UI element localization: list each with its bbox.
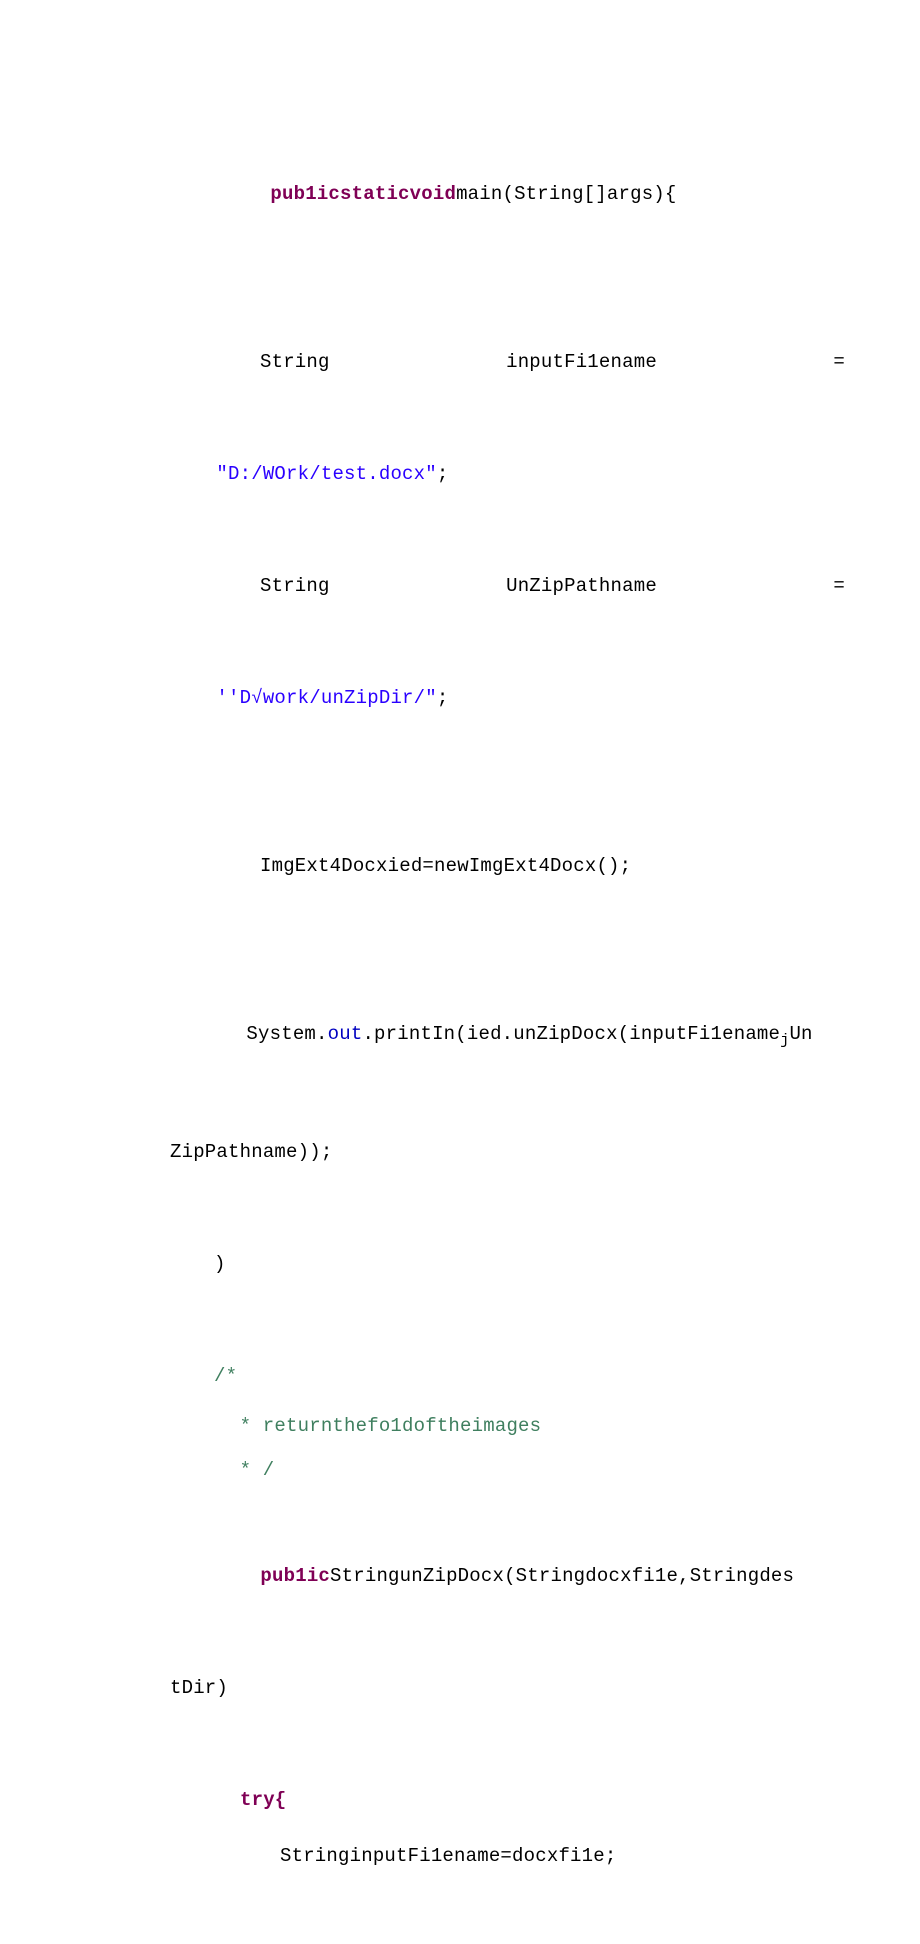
string-literal: "D:/WOrk/test.docx" [216, 463, 436, 485]
code-line: ImgExt4Docxied=newImgExt4Docx(); [170, 838, 755, 894]
comment-span: * returnthefo1doftheimages [228, 1415, 541, 1437]
code-line: ''D√work/unZipDir/"; [170, 614, 755, 782]
text-span: ZipPathname)); [170, 1141, 332, 1163]
string-literal: ''D√work/unZipDir/" [216, 687, 436, 709]
text-span: Un [789, 1023, 812, 1045]
semicolon: ; [437, 463, 449, 485]
code-line: String inputFi1ename = [170, 334, 845, 390]
comment-span: * / [228, 1459, 274, 1481]
text-span: ) [214, 1253, 226, 1275]
blank-line [170, 1292, 755, 1348]
text-span: StringunZipDocx(Stringdocxfi1e,Stringdes [330, 1565, 794, 1587]
blank-line [170, 1716, 755, 1772]
text-span: StringinputFi1ename=docxfi1e; [280, 1845, 616, 1867]
var-span: UnZipPathname [506, 558, 657, 614]
code-line: /* [170, 1348, 755, 1404]
semicolon: ; [437, 687, 449, 709]
code-line: StringinputFi1ename=docxfi1e; [170, 1828, 755, 1884]
justify-fill [657, 558, 833, 614]
document-page: pub1icstaticvoidmain(String[]args){ Stri… [0, 0, 920, 1944]
field-span: out [328, 1023, 363, 1045]
code-line: try{ [170, 1772, 755, 1828]
code-line: String UnZipPathname = [170, 558, 845, 614]
comment-span: /* [214, 1365, 237, 1387]
text-span: tDir) [170, 1677, 228, 1699]
code-line: System.out.printIn(ied.unZipDocx(inputFi… [170, 950, 755, 1124]
blank-line [170, 1180, 755, 1236]
code-line: ) [170, 1236, 755, 1292]
text-span: .printIn(ied.unZipDocx(inputFi1ename [362, 1023, 780, 1045]
justify-fill [330, 334, 506, 390]
justify-fill [330, 558, 506, 614]
text-span: main(String[]args){ [456, 183, 676, 205]
code-line: ZipPathname)); [170, 1124, 755, 1180]
keyword-span: try{ [240, 1789, 286, 1811]
keyword-span: pub1ic [260, 1565, 330, 1587]
code-line: "D:/WOrk/test.docx"; [170, 390, 755, 558]
var-span: inputFi1ename [506, 334, 657, 390]
blank-line [170, 894, 755, 950]
keyword-span: pub1icstaticvoid [270, 183, 456, 205]
code-line: pub1icstaticvoidmain(String[]args){ [170, 110, 755, 278]
eq-span: = [833, 334, 845, 390]
eq-span: = [833, 558, 845, 614]
justify-fill [657, 334, 833, 390]
blank-line [170, 782, 755, 838]
text-span: System. [246, 1023, 327, 1045]
type-span: String [260, 334, 330, 390]
blank-line [170, 278, 755, 334]
code-line: pub1icStringunZipDocx(Stringdocxfi1e,Str… [170, 1492, 755, 1660]
text-span: ImgExt4Docxied=newImgExt4Docx(); [260, 855, 631, 877]
code-line: * / [170, 1448, 755, 1492]
code-line: * returnthefo1doftheimages [170, 1404, 755, 1448]
code-line: tDir) [170, 1660, 755, 1716]
type-span: String [260, 558, 330, 614]
